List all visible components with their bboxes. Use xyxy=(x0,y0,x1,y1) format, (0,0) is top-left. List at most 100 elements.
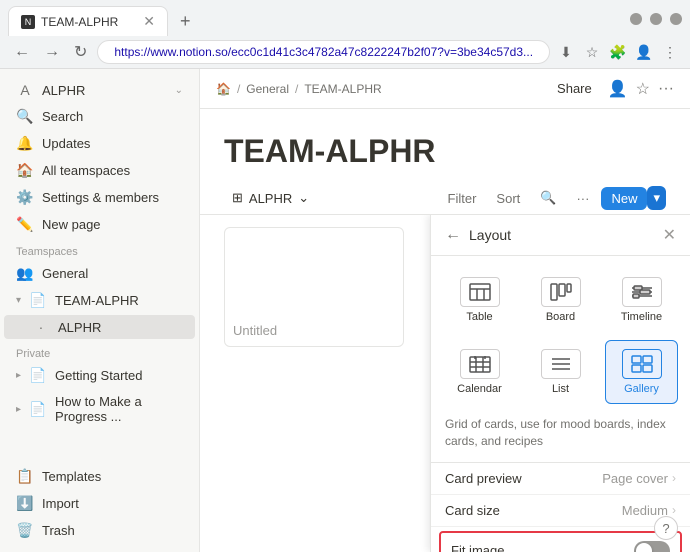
calendar-label: Calendar xyxy=(457,383,502,395)
share-button[interactable]: Share xyxy=(549,77,600,100)
panel-title: Layout xyxy=(469,227,663,243)
sidebar-item-getting-started[interactable]: ▸ 📄 Getting Started xyxy=(4,363,195,388)
view-name-label: ALPHR xyxy=(249,191,292,206)
search-icon: 🔍 xyxy=(16,108,34,125)
tab-bar: N TEAM-ALPHR ✕ + xyxy=(0,0,690,36)
import-icon: ⬇️ xyxy=(16,495,34,512)
url-input[interactable] xyxy=(97,40,550,64)
card-preview-row[interactable]: Card preview Page cover › xyxy=(431,463,690,495)
workspace-name[interactable]: A ALPHR ⌄ xyxy=(4,78,195,102)
team-alphr-icon: 📄 xyxy=(29,292,47,309)
sort-button[interactable]: Sort xyxy=(488,187,528,210)
templates-label: Templates xyxy=(42,469,183,484)
new-button[interactable]: New xyxy=(601,187,647,210)
maximize-button[interactable] xyxy=(650,13,662,25)
close-window-button[interactable] xyxy=(670,13,682,25)
sidebar-item-import[interactable]: ⬇️ Import xyxy=(4,491,195,516)
panel-header: ← Layout ✕ xyxy=(431,215,690,256)
layout-option-list[interactable]: List xyxy=(524,340,597,404)
teamspaces-icon: 🏠 xyxy=(16,162,34,179)
trash-label: Trash xyxy=(42,523,183,538)
tab-close-button[interactable]: ✕ xyxy=(143,13,155,30)
sidebar-item-alphr[interactable]: · ALPHR xyxy=(4,315,195,339)
help-button[interactable]: ? xyxy=(654,516,678,540)
fit-image-label: Fit image xyxy=(451,543,634,552)
favorite-icon[interactable]: ☆ xyxy=(636,79,650,99)
workspace-chevron: ⌄ xyxy=(175,85,183,96)
filter-button[interactable]: Filter xyxy=(440,187,485,210)
layout-option-board[interactable]: Board xyxy=(524,268,597,332)
search-button[interactable]: 🔍 xyxy=(532,186,564,210)
gs-chevron: ▸ xyxy=(16,370,21,381)
panel-close-button[interactable]: ✕ xyxy=(663,225,676,245)
fit-image-row[interactable]: Fit image xyxy=(439,531,682,552)
sidebar-item-templates[interactable]: 📋 Templates xyxy=(4,464,195,489)
back-button[interactable]: ← xyxy=(10,41,34,63)
tab-favicon: N xyxy=(21,15,35,29)
sidebar-item-updates[interactable]: 🔔 Updates xyxy=(4,131,195,156)
list-icon xyxy=(541,349,581,379)
teamspaces-section-label: Teamspaces xyxy=(0,238,199,260)
minimize-button[interactable] xyxy=(630,13,642,25)
extensions-icon[interactable]: 🧩 xyxy=(608,42,628,62)
card-size-label: Card size xyxy=(445,503,622,518)
untitled-card[interactable]: Untitled xyxy=(224,227,404,347)
settings-label: Settings & members xyxy=(42,190,183,205)
app: A ALPHR ⌄ 🔍 Search 🔔 Updates 🏠 All teams… xyxy=(0,69,690,552)
fit-image-toggle[interactable] xyxy=(634,541,670,552)
layout-option-timeline[interactable]: Timeline xyxy=(605,268,678,332)
more-options-button[interactable]: ··· xyxy=(568,187,597,210)
import-label: Import xyxy=(42,496,183,511)
layout-option-table[interactable]: Table xyxy=(443,268,516,332)
view-actions: Filter Sort 🔍 ··· New ▾ xyxy=(440,186,666,210)
sidebar-item-team-alphr[interactable]: ▾ 📄 TEAM-ALPHR xyxy=(4,288,195,313)
breadcrumb: 🏠 / General / TEAM-ALPHR xyxy=(216,82,382,96)
tab-title: TEAM-ALPHR xyxy=(41,15,118,29)
sidebar-item-progress[interactable]: ▸ 📄 How to Make a Progress ... xyxy=(4,390,195,428)
breadcrumb-page[interactable]: TEAM-ALPHR xyxy=(304,82,381,96)
timeline-icon xyxy=(622,277,662,307)
settings-icon: ⚙️ xyxy=(16,189,34,206)
user-icon[interactable]: 👤 xyxy=(608,79,628,99)
more-options-icon[interactable]: ··· xyxy=(658,80,674,98)
menu-icon[interactable]: ⋮ xyxy=(660,42,680,62)
breadcrumb-section[interactable]: General xyxy=(246,82,289,96)
active-tab[interactable]: N TEAM-ALPHR ✕ xyxy=(8,6,168,36)
layout-option-gallery[interactable]: Gallery xyxy=(605,340,678,404)
breadcrumb-sep1: / xyxy=(237,82,240,96)
reload-button[interactable]: ↻ xyxy=(70,40,91,64)
new-tab-button[interactable]: + xyxy=(172,7,199,36)
main-content: 🏠 / General / TEAM-ALPHR Share 👤 ☆ ··· T… xyxy=(200,69,690,552)
panel-description: Grid of cards, use for mood boards, inde… xyxy=(431,416,690,463)
teamspaces-label: All teamspaces xyxy=(42,163,183,178)
workspace-label: ALPHR xyxy=(42,83,167,98)
updates-icon: 🔔 xyxy=(16,135,34,152)
view-name-button[interactable]: ⊞ ALPHR ⌄ xyxy=(224,186,317,210)
download-icon[interactable]: ⬇ xyxy=(556,42,576,62)
prog-chevron: ▸ xyxy=(16,404,21,415)
forward-button[interactable]: → xyxy=(40,41,64,63)
sidebar-item-all-teamspaces[interactable]: 🏠 All teamspaces xyxy=(4,158,195,183)
templates-icon: 📋 xyxy=(16,468,34,485)
card-size-row[interactable]: Card size Medium › xyxy=(431,495,690,527)
alphr-label: ALPHR xyxy=(58,320,183,335)
breadcrumb-home[interactable]: 🏠 xyxy=(216,82,231,96)
profile-icon[interactable]: 👤 xyxy=(634,42,654,62)
sidebar-item-general[interactable]: 👥 General xyxy=(4,261,195,286)
panel-back-button[interactable]: ← xyxy=(445,226,461,244)
view-bar: ⊞ ALPHR ⌄ Filter Sort 🔍 ··· New ▾ xyxy=(200,182,690,215)
star-icon[interactable]: ☆ xyxy=(582,42,602,62)
new-dropdown-button[interactable]: ▾ xyxy=(647,186,666,210)
calendar-icon xyxy=(460,349,500,379)
sidebar: A ALPHR ⌄ 🔍 Search 🔔 Updates 🏠 All teams… xyxy=(0,69,200,552)
sidebar-item-search[interactable]: 🔍 Search xyxy=(4,104,195,129)
browser-actions: ⬇ ☆ 🧩 👤 ⋮ xyxy=(556,42,680,62)
card-preview-arrow: › xyxy=(672,471,676,485)
general-label: General xyxy=(42,266,183,281)
sidebar-item-settings[interactable]: ⚙️ Settings & members xyxy=(4,185,195,210)
sidebar-item-trash[interactable]: 🗑️ Trash xyxy=(4,518,195,543)
gallery-icon xyxy=(622,349,662,379)
layout-option-calendar[interactable]: Calendar xyxy=(443,340,516,404)
sidebar-item-new-page[interactable]: ✏️ New page xyxy=(4,212,195,237)
table-icon xyxy=(460,277,500,307)
